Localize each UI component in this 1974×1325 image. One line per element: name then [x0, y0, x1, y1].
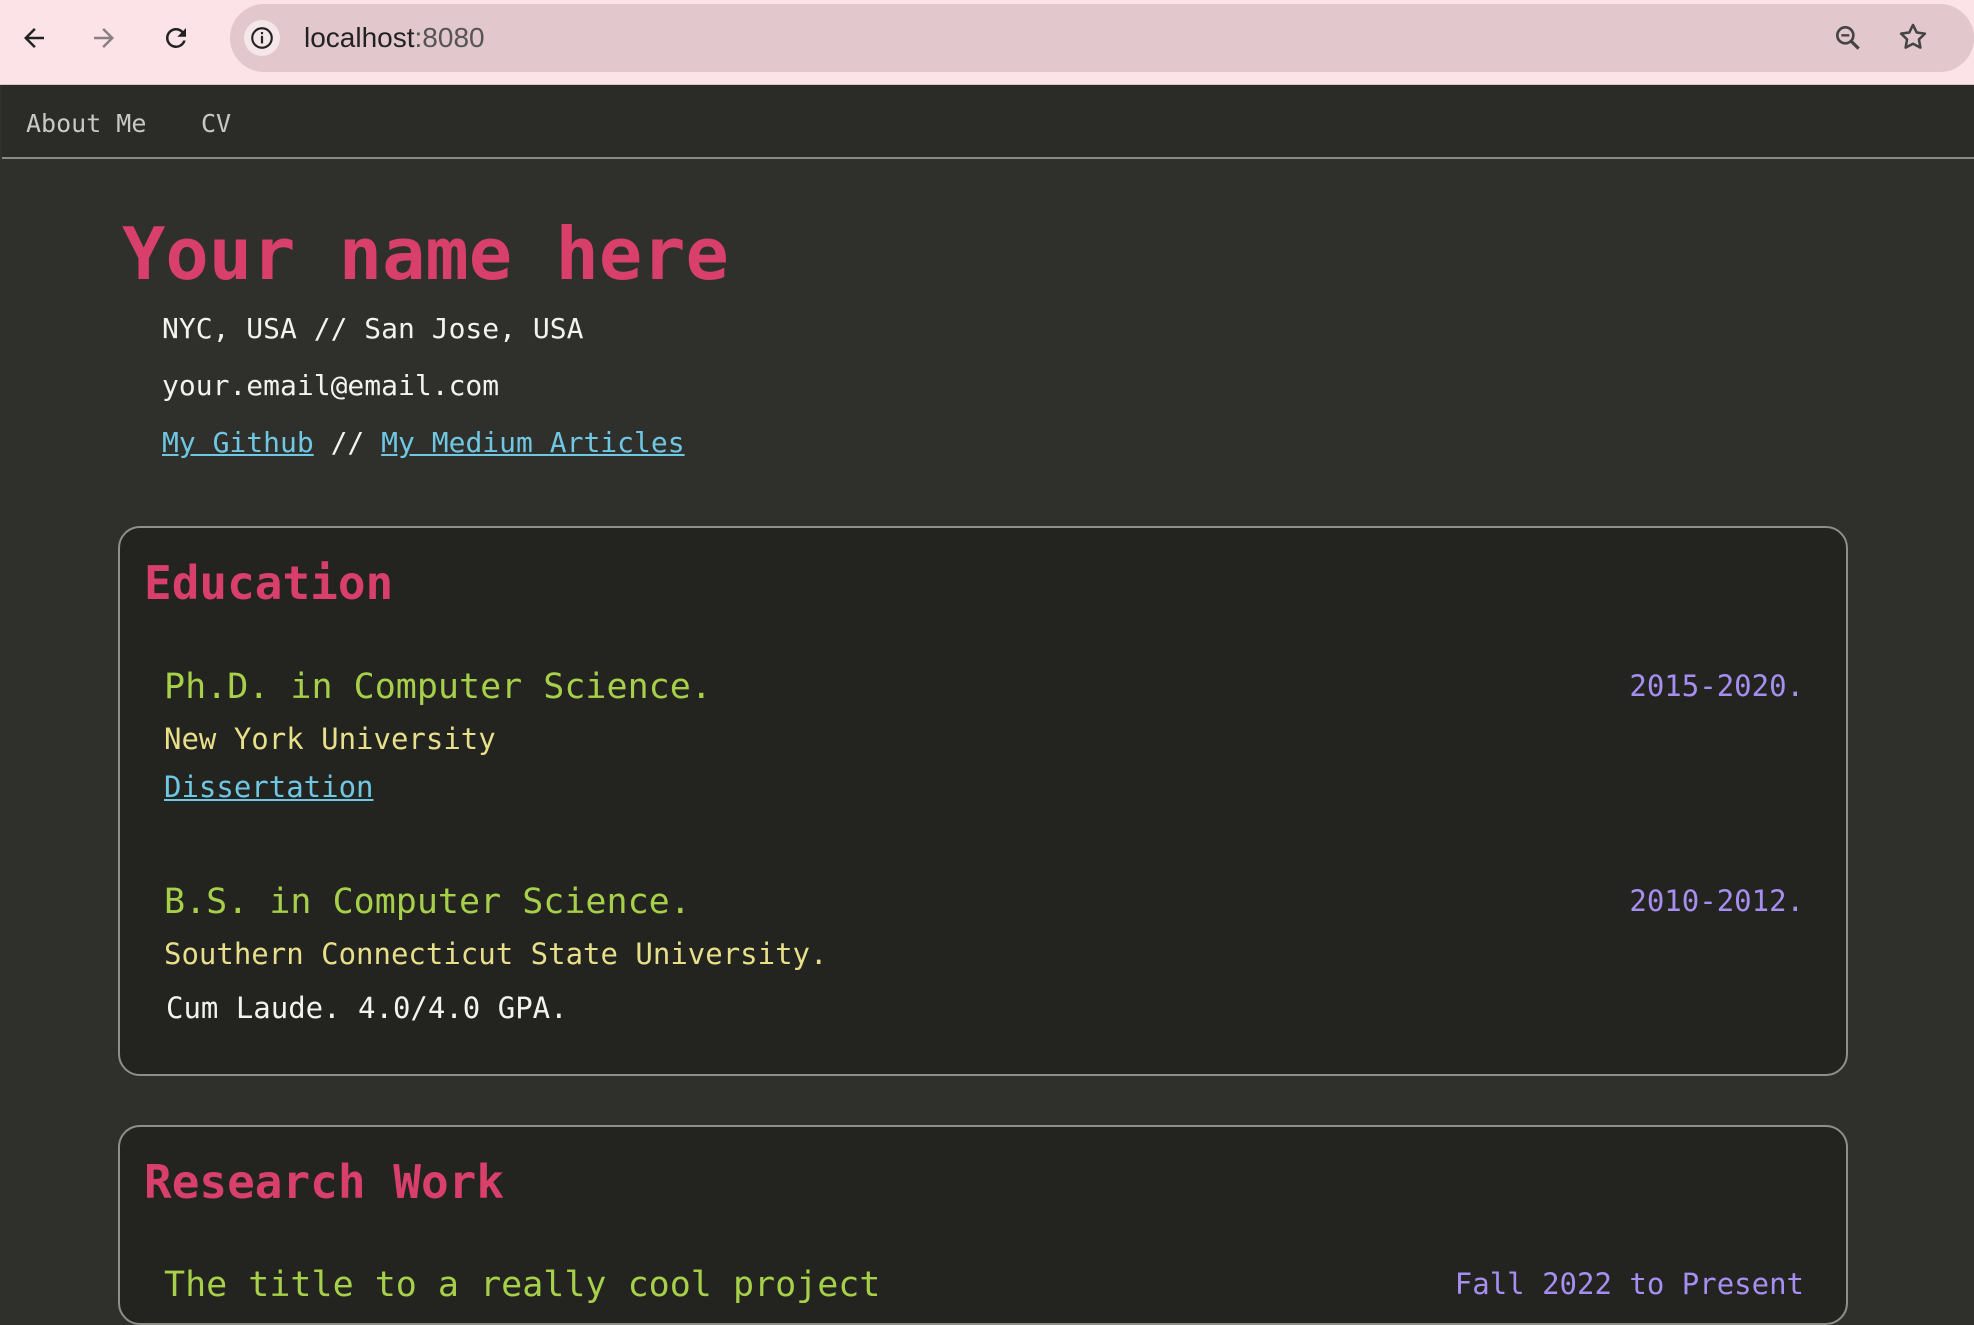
research-card: Research Work The title to a really cool…: [118, 1125, 1848, 1325]
reload-icon: [166, 27, 186, 48]
url-host: localhost: [304, 22, 415, 53]
url-port: :8080: [414, 22, 485, 53]
research-heading: Research Work: [144, 1155, 505, 1209]
github-link[interactable]: My Github: [162, 426, 314, 459]
research-project-dates: Fall 2022 to Present: [1454, 1267, 1804, 1301]
education-school: Southern Connecticut State University.: [164, 937, 828, 971]
nav-about-me[interactable]: About Me: [26, 109, 146, 138]
education-heading: Education: [144, 556, 394, 610]
address-bar[interactable]: localhost:8080: [230, 4, 1974, 72]
education-dates: 2015-2020.: [1629, 669, 1804, 703]
site-nav: About Me CV: [2, 85, 1974, 159]
education-degree: Ph.D. in Computer Science.: [164, 667, 712, 707]
education-dates: 2010-2012.: [1629, 884, 1804, 918]
research-project-title: The title to a really cool project: [164, 1265, 881, 1305]
back-arrow-icon: [24, 28, 44, 48]
email-text: your.email@email.com: [162, 369, 500, 402]
location-text: NYC, USA // San Jose, USA: [162, 312, 584, 345]
page-title: Your name here: [122, 212, 729, 296]
bookmark-star-icon[interactable]: [1896, 20, 1930, 58]
dissertation-link[interactable]: Dissertation: [164, 769, 374, 805]
profile-links: My Github // My Medium Articles: [162, 425, 685, 461]
education-card: Education Ph.D. in Computer Science. 201…: [118, 526, 1848, 1076]
education-degree: B.S. in Computer Science.: [164, 882, 691, 922]
browser-toolbar: localhost:8080: [0, 0, 1974, 85]
url-text[interactable]: localhost:8080: [304, 22, 485, 54]
back-button[interactable]: [14, 18, 54, 58]
forward-button[interactable]: [84, 18, 124, 58]
forward-arrow-icon: [94, 28, 114, 48]
info-icon: [251, 27, 273, 49]
nav-cv[interactable]: CV: [201, 109, 231, 138]
education-note: Cum Laude. 4.0/4.0 GPA.: [166, 991, 568, 1025]
zoom-icon[interactable]: [1832, 22, 1864, 58]
medium-link[interactable]: My Medium Articles: [381, 426, 684, 459]
education-school: New York University: [164, 722, 496, 756]
site-info-icon[interactable]: [244, 20, 280, 56]
reload-button[interactable]: [156, 18, 196, 58]
link-separator: //: [330, 426, 365, 459]
